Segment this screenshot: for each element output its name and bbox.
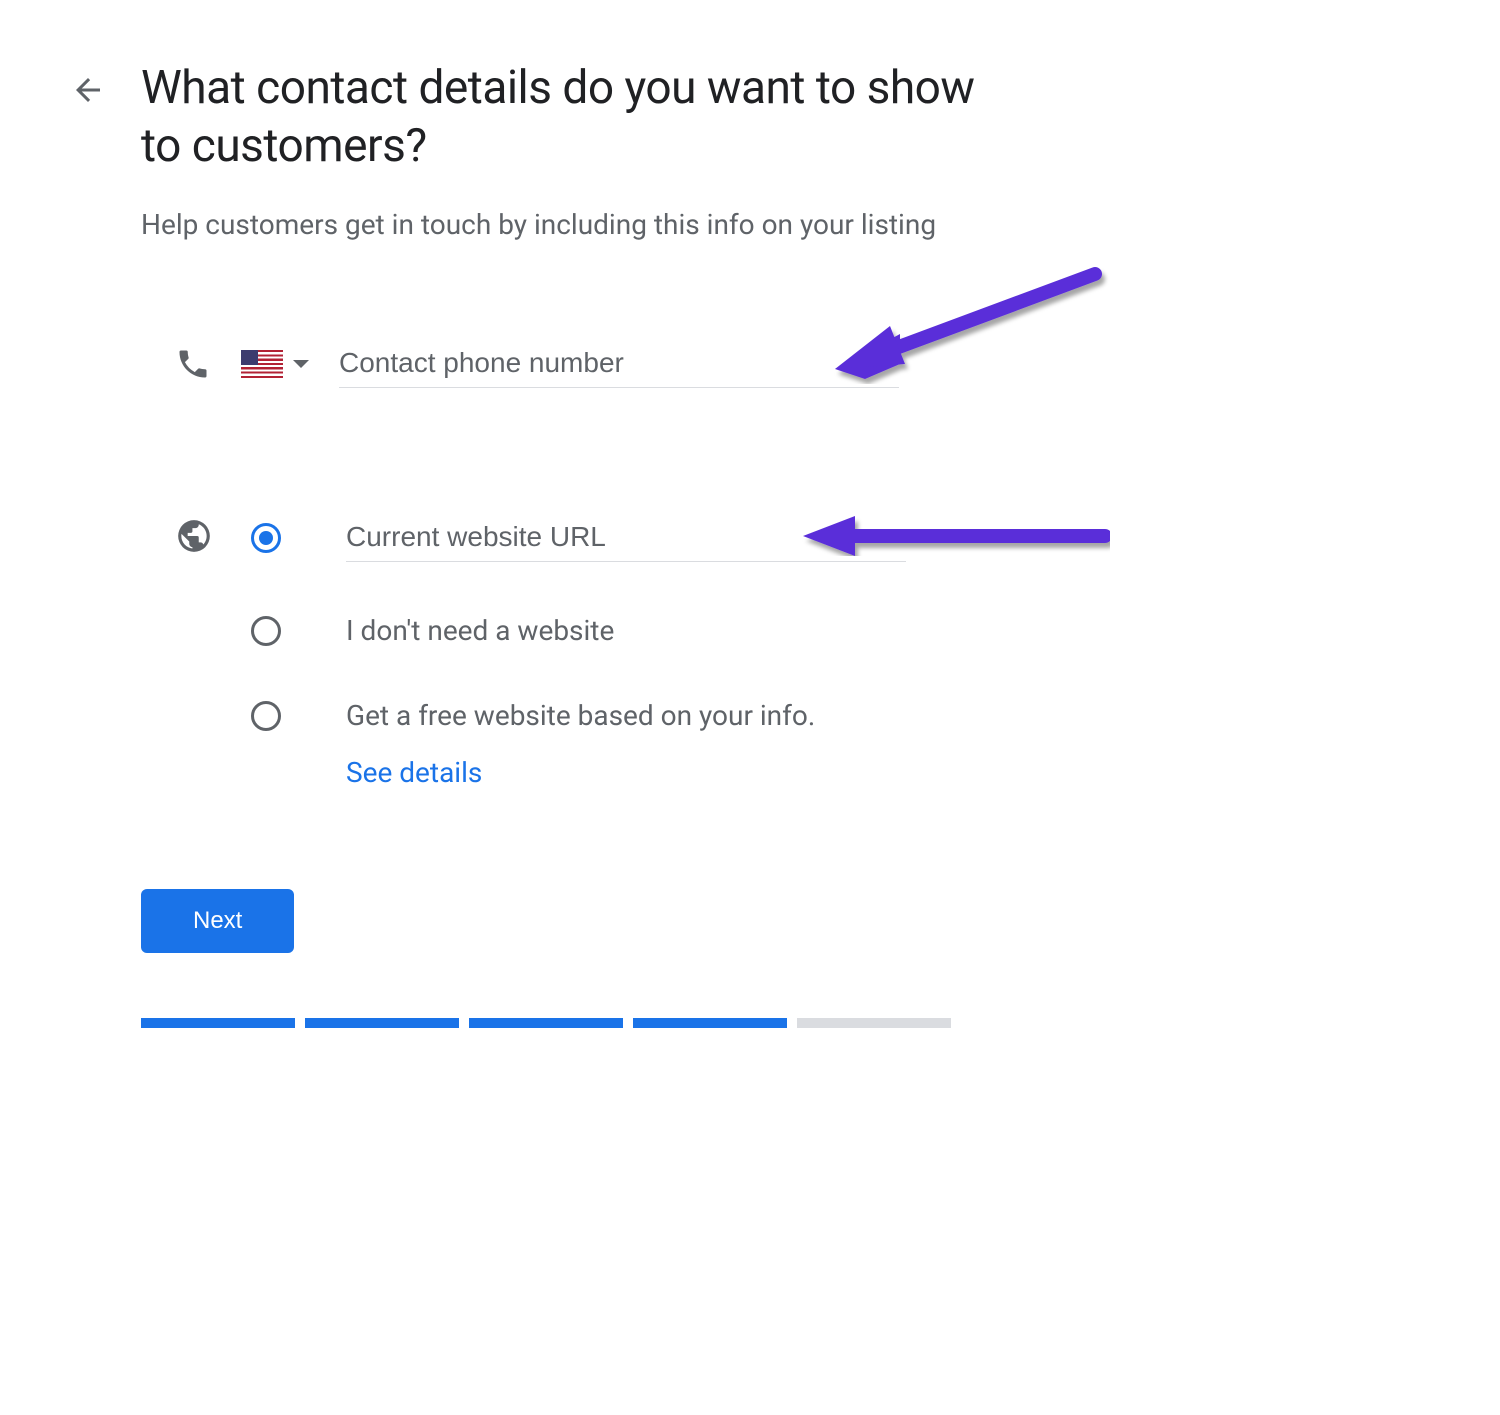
phone-input[interactable] xyxy=(339,339,899,388)
progress-bar xyxy=(141,1018,951,1028)
radio-selected[interactable] xyxy=(251,523,281,553)
page-title: What contact details do you want to show… xyxy=(141,60,1010,175)
radio-label: Get a free website based on your info. xyxy=(346,699,815,732)
radio-label: I don't need a website xyxy=(346,614,614,647)
website-row: I don't need a website Get a free websit… xyxy=(175,513,1010,789)
back-icon[interactable] xyxy=(70,72,106,108)
country-selector[interactable] xyxy=(241,350,309,378)
chevron-down-icon xyxy=(293,360,309,368)
radio-option-no-website[interactable]: I don't need a website xyxy=(251,614,906,647)
progress-segment xyxy=(141,1018,295,1028)
radio-unselected[interactable] xyxy=(251,616,281,646)
next-button[interactable]: Next xyxy=(141,889,294,953)
see-details-link[interactable]: See details xyxy=(346,756,906,789)
radio-option-current-url[interactable] xyxy=(251,513,906,562)
progress-segment xyxy=(633,1018,787,1028)
progress-segment xyxy=(469,1018,623,1028)
radio-unselected[interactable] xyxy=(251,701,281,731)
website-url-input[interactable] xyxy=(346,513,906,562)
globe-icon xyxy=(175,517,213,555)
us-flag-icon xyxy=(241,350,283,378)
progress-segment xyxy=(305,1018,459,1028)
phone-row xyxy=(175,339,1010,388)
phone-icon xyxy=(175,346,211,382)
progress-segment xyxy=(797,1018,951,1028)
page-subtitle: Help customers get in touch by including… xyxy=(141,205,1010,244)
radio-option-free-website[interactable]: Get a free website based on your info. xyxy=(251,699,906,732)
